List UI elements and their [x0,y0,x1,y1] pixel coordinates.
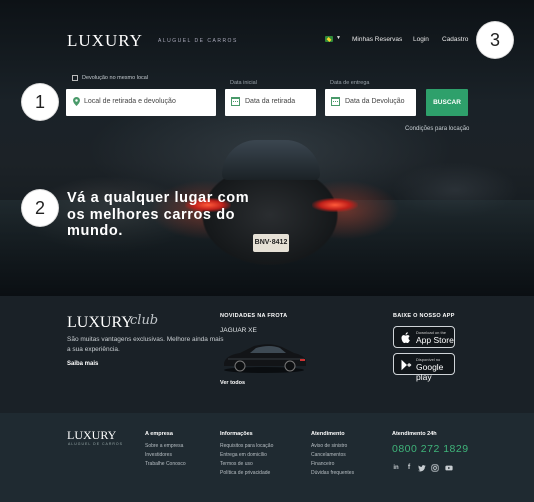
apple-icon [401,332,410,343]
footer-support-title: Atendimento [311,431,345,437]
linkedin-icon[interactable]: in [392,464,400,472]
start-date-input[interactable]: Data da retirada [225,89,316,116]
fleet-car-image[interactable] [220,337,308,375]
footer [0,413,534,502]
app-store-label: App Store [416,335,454,345]
footer-24h-title: Atendimento 24h [392,431,437,437]
google-play-label: Google play [416,362,444,382]
footer-link[interactable]: Trabalhe Conosco [145,461,186,467]
callout-3: 3 [477,22,513,58]
footer-link[interactable]: Entrega em domicílio [220,452,267,458]
end-date-placeholder: Data da Devolução [345,98,405,105]
youtube-icon[interactable] [445,464,453,472]
brand-tagline: ALUGUEL DE CARROS [158,38,238,44]
same-location-checkbox[interactable] [72,75,78,81]
nav-signup[interactable]: Cadastro [442,36,468,43]
end-date-label: Data de entrega [330,80,370,86]
page: BNV·8412 LUXURY ALUGUEL DE CARROS ▼ Minh… [0,0,534,502]
support-phone[interactable]: 0800 272 1829 [392,443,469,455]
chevron-down-icon[interactable]: ▼ [336,35,341,41]
brazil-flag-icon[interactable] [325,36,333,42]
start-date-label: Data inicial [230,80,257,86]
fleet-car-name: JAGUAR XE [220,327,257,334]
footer-link[interactable]: Dúvidas frequentes [311,470,354,476]
nav-my-reservations[interactable]: Minhas Reservas [352,36,402,43]
nav-login[interactable]: Login [413,36,429,43]
app-store-button[interactable]: Download on the App Store [393,326,455,348]
callout-2: 2 [22,190,58,226]
footer-logo-tagline: ALUGUEL DE CARROS [68,442,123,446]
club-logo-script: club [130,313,159,328]
twitter-icon[interactable] [418,464,426,472]
footer-link[interactable]: Sobre a empresa [145,443,183,449]
rental-conditions-link[interactable]: Condições para locação [405,126,469,132]
calendar-icon [331,97,340,106]
footer-link[interactable]: Financeiro [311,461,334,467]
taillight-right [312,198,358,212]
footer-link[interactable]: Cancelamentos [311,452,346,458]
footer-company-title: A empresa [145,431,173,437]
footer-logo[interactable]: LUXURY [67,428,116,443]
app-title: BAIXE O NOSSO APP [393,313,455,319]
hero-headline: Vá a qualquer lugar com os melhores carr… [67,190,250,239]
brand-logo[interactable]: LUXURY [67,31,143,51]
footer-link[interactable]: Aviso de sinistro [311,443,347,449]
calendar-icon [231,97,240,106]
footer-link[interactable]: Requisitos para locação [220,443,273,449]
hero-car-window [222,140,320,180]
fleet-see-all-link[interactable]: Ver todos [220,380,245,386]
club-description: São muitas vantagens exclusivas. Melhore… [67,336,224,353]
footer-link[interactable]: Investidores [145,452,172,458]
search-button[interactable]: BUSCAR [426,89,468,116]
start-date-placeholder: Data da retirada [245,98,296,105]
facebook-icon[interactable]: f [405,464,413,472]
fleet-title: NOVIDADES NA FROTA [220,313,288,319]
location-input[interactable]: Local de retirada e devolução [66,89,216,116]
footer-info-title: Informações [220,431,253,437]
footer-link[interactable]: Política de privacidade [220,470,270,476]
end-date-input[interactable]: Data da Devolução [325,89,416,116]
google-play-icon [401,359,412,371]
location-placeholder: Local de retirada e devolução [84,98,176,105]
location-pin-icon [73,97,80,106]
club-learn-more-link[interactable]: Saiba mais [67,361,98,367]
same-location-label: Devolução no mesmo local [82,75,149,81]
callout-1: 1 [22,84,58,120]
google-play-button[interactable]: Disponível no Google play [393,353,455,382]
footer-link[interactable]: Termos de uso [220,461,253,467]
instagram-icon[interactable] [431,464,439,472]
club-logo: LUXURY [67,314,133,331]
